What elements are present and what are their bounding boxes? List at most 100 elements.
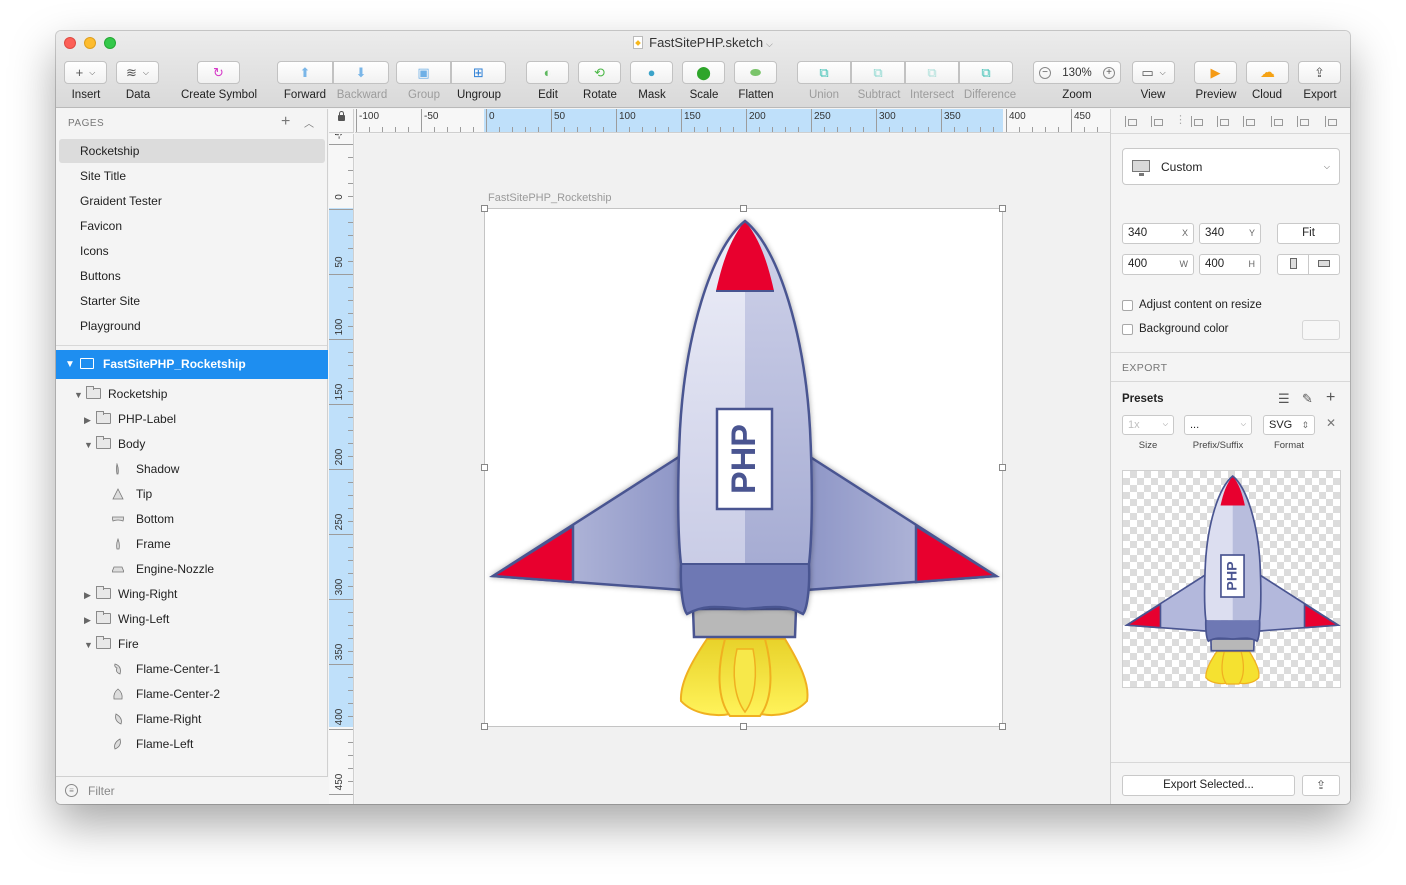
x-field[interactable]: 340 X — [1122, 223, 1194, 244]
page-item-icons[interactable]: Icons — [59, 239, 325, 263]
resize-handle-left[interactable] — [481, 464, 488, 471]
align-top-icon[interactable] — [1271, 116, 1283, 127]
align-middle-icon[interactable] — [1297, 116, 1309, 127]
page-item-rocketship[interactable]: Rocketship — [59, 139, 325, 163]
page-item-site-title[interactable]: Site Title — [59, 164, 325, 188]
intersect-label: Intersect — [909, 89, 955, 101]
page-item-starter-site[interactable]: Starter Site — [59, 289, 325, 313]
ruler-tick — [348, 508, 353, 509]
ruler-label: 200 — [749, 111, 766, 122]
disclosure-open-icon[interactable]: ▼ — [65, 350, 75, 379]
ruler-tick — [564, 127, 565, 132]
resize-handle-bottom[interactable] — [740, 723, 747, 730]
collapse-pages-icon[interactable]: ︿ — [304, 115, 314, 130]
export-size-select[interactable]: 1x ⌵ — [1122, 415, 1174, 435]
engine-nozzle[interactable] — [691, 607, 798, 639]
artboard-title[interactable]: FastSitePHP_Rocketship — [488, 192, 612, 204]
background-color-checkbox[interactable] — [1122, 324, 1133, 335]
layer-group-rocketship[interactable]: ▼ Rocketship — [74, 382, 167, 407]
ruler-label: 450 — [334, 773, 345, 791]
artboard-preset-select[interactable]: Custom ⌵ — [1122, 148, 1340, 185]
rocketship-illustration[interactable]: PHP — [485, 209, 1004, 728]
layer-tip[interactable]: Tip — [112, 482, 152, 507]
resize-handle-bottom-left[interactable] — [481, 723, 488, 730]
union-icon: ⧉ — [819, 65, 829, 80]
width-field[interactable]: 400 W — [1122, 254, 1194, 275]
disclosure-open-icon[interactable]: ▼ — [74, 383, 86, 408]
resize-handle-top[interactable] — [740, 205, 747, 212]
ruler-label: 100 — [334, 318, 345, 336]
layer-filter[interactable]: ≡ Filter — [56, 776, 328, 804]
prefix-suffix-select[interactable]: ... ⌵ — [1184, 415, 1252, 435]
layer-bottom[interactable]: Bottom — [112, 507, 174, 532]
filter-input[interactable]: Filter — [88, 777, 115, 804]
artboard[interactable]: PHP — [481, 205, 1006, 730]
background-color-swatch[interactable] — [1302, 320, 1340, 340]
align-right-icon[interactable] — [1243, 116, 1255, 127]
height-field[interactable]: 400 H — [1199, 254, 1261, 275]
layer-flame-left[interactable]: Flame-Left — [112, 732, 193, 757]
ruler-lock[interactable] — [329, 109, 354, 133]
flame-shape-icon — [114, 738, 121, 750]
pencil-icon[interactable]: ✎ — [1302, 391, 1313, 407]
export-format-select[interactable]: SVG ⇕ — [1263, 415, 1315, 435]
resize-handle-right[interactable] — [999, 464, 1006, 471]
y-field[interactable]: 340 Y — [1199, 223, 1261, 244]
align-left-icon[interactable] — [1191, 116, 1203, 127]
layer-artboard[interactable]: ▼ FastSitePHP_Rocketship — [56, 350, 328, 379]
layer-frame[interactable]: Frame — [112, 532, 171, 557]
page-item-favicon[interactable]: Favicon — [59, 214, 325, 238]
page-item-graident-tester[interactable]: Graident Tester — [59, 189, 325, 213]
layer-group-fire[interactable]: ▼ Fire — [84, 632, 139, 657]
align-center-icon[interactable] — [1217, 116, 1229, 127]
ruler-label: -50 — [424, 111, 439, 122]
layer-group-wing-right[interactable]: ▶ Wing-Right — [84, 582, 177, 607]
resize-handle-top-left[interactable] — [481, 205, 488, 212]
add-page-icon[interactable]: + — [281, 113, 290, 131]
vertical-ruler[interactable]: -50 0 50 100 150 200 250 300 350 400 450 — [329, 134, 354, 804]
layer-engine-nozzle[interactable]: Engine-Nozzle — [112, 557, 214, 582]
export-selected-button[interactable]: Export Selected... — [1122, 775, 1295, 796]
layer-flame-center-2[interactable]: Flame-Center-2 — [112, 682, 220, 707]
ruler-tick — [348, 638, 353, 639]
php-label[interactable]: PHP — [715, 407, 774, 511]
zoom-out-icon[interactable]: − — [1039, 66, 1051, 79]
layer-group-wing-left[interactable]: ▶ Wing-Left — [84, 607, 169, 632]
disclosure-open-icon[interactable]: ▼ — [84, 633, 96, 658]
landscape-orientation-button[interactable] — [1308, 254, 1340, 275]
resize-handle-top-right[interactable] — [999, 205, 1006, 212]
share-button[interactable]: ⇪ — [1302, 775, 1340, 796]
sliders-settings-icon[interactable]: ☰ — [1278, 391, 1290, 407]
wing-right[interactable] — [802, 450, 1000, 592]
disclosure-closed-icon[interactable]: ▶ — [84, 583, 96, 608]
cloud-icon: ☁ — [1260, 64, 1275, 81]
add-export-icon[interactable]: + — [1326, 389, 1335, 407]
distribute-horizontal-icon[interactable] — [1125, 116, 1137, 127]
layer-flame-right[interactable]: Flame-Right — [112, 707, 201, 732]
disclosure-closed-icon[interactable]: ▶ — [84, 408, 96, 433]
remove-export-icon[interactable]: ✕ — [1326, 416, 1336, 430]
distribute-vertical-icon[interactable] — [1151, 116, 1163, 127]
fire-group[interactable] — [679, 638, 809, 717]
layer-group-php-label[interactable]: ▶ PHP-Label — [84, 407, 176, 432]
resize-handle-bottom-right[interactable] — [999, 723, 1006, 730]
wing-left[interactable] — [489, 450, 687, 592]
chevron-down-icon: ⌵ — [1323, 162, 1330, 171]
horizontal-ruler[interactable]: -100 -50 0 50 100 150 200 250 300 350 400 450 — [355, 109, 1110, 133]
disclosure-open-icon[interactable]: ▼ — [84, 433, 96, 458]
document-title[interactable]: FastSitePHP.sketch ⌵ — [56, 35, 1350, 50]
zoom-in-icon[interactable]: + — [1102, 66, 1115, 79]
layer-group-body[interactable]: ▼ Body — [84, 432, 145, 457]
layer-flame-center-1[interactable]: Flame-Center-1 — [112, 657, 220, 682]
layer-shadow[interactable]: Shadow — [112, 457, 179, 482]
disclosure-closed-icon[interactable]: ▶ — [84, 608, 96, 633]
portrait-orientation-button[interactable] — [1277, 254, 1309, 275]
adjust-content-checkbox[interactable] — [1122, 300, 1133, 311]
fit-button[interactable]: Fit — [1277, 223, 1340, 244]
page-item-buttons[interactable]: Buttons — [59, 264, 325, 288]
page-item-playground[interactable]: Playground — [59, 314, 325, 338]
zoom-value[interactable]: 130% — [1062, 67, 1091, 79]
ruler-tick — [902, 127, 903, 132]
align-bottom-icon[interactable] — [1325, 116, 1337, 127]
canvas[interactable]: FastSitePHP_Rocketship PHP — [355, 134, 1110, 804]
